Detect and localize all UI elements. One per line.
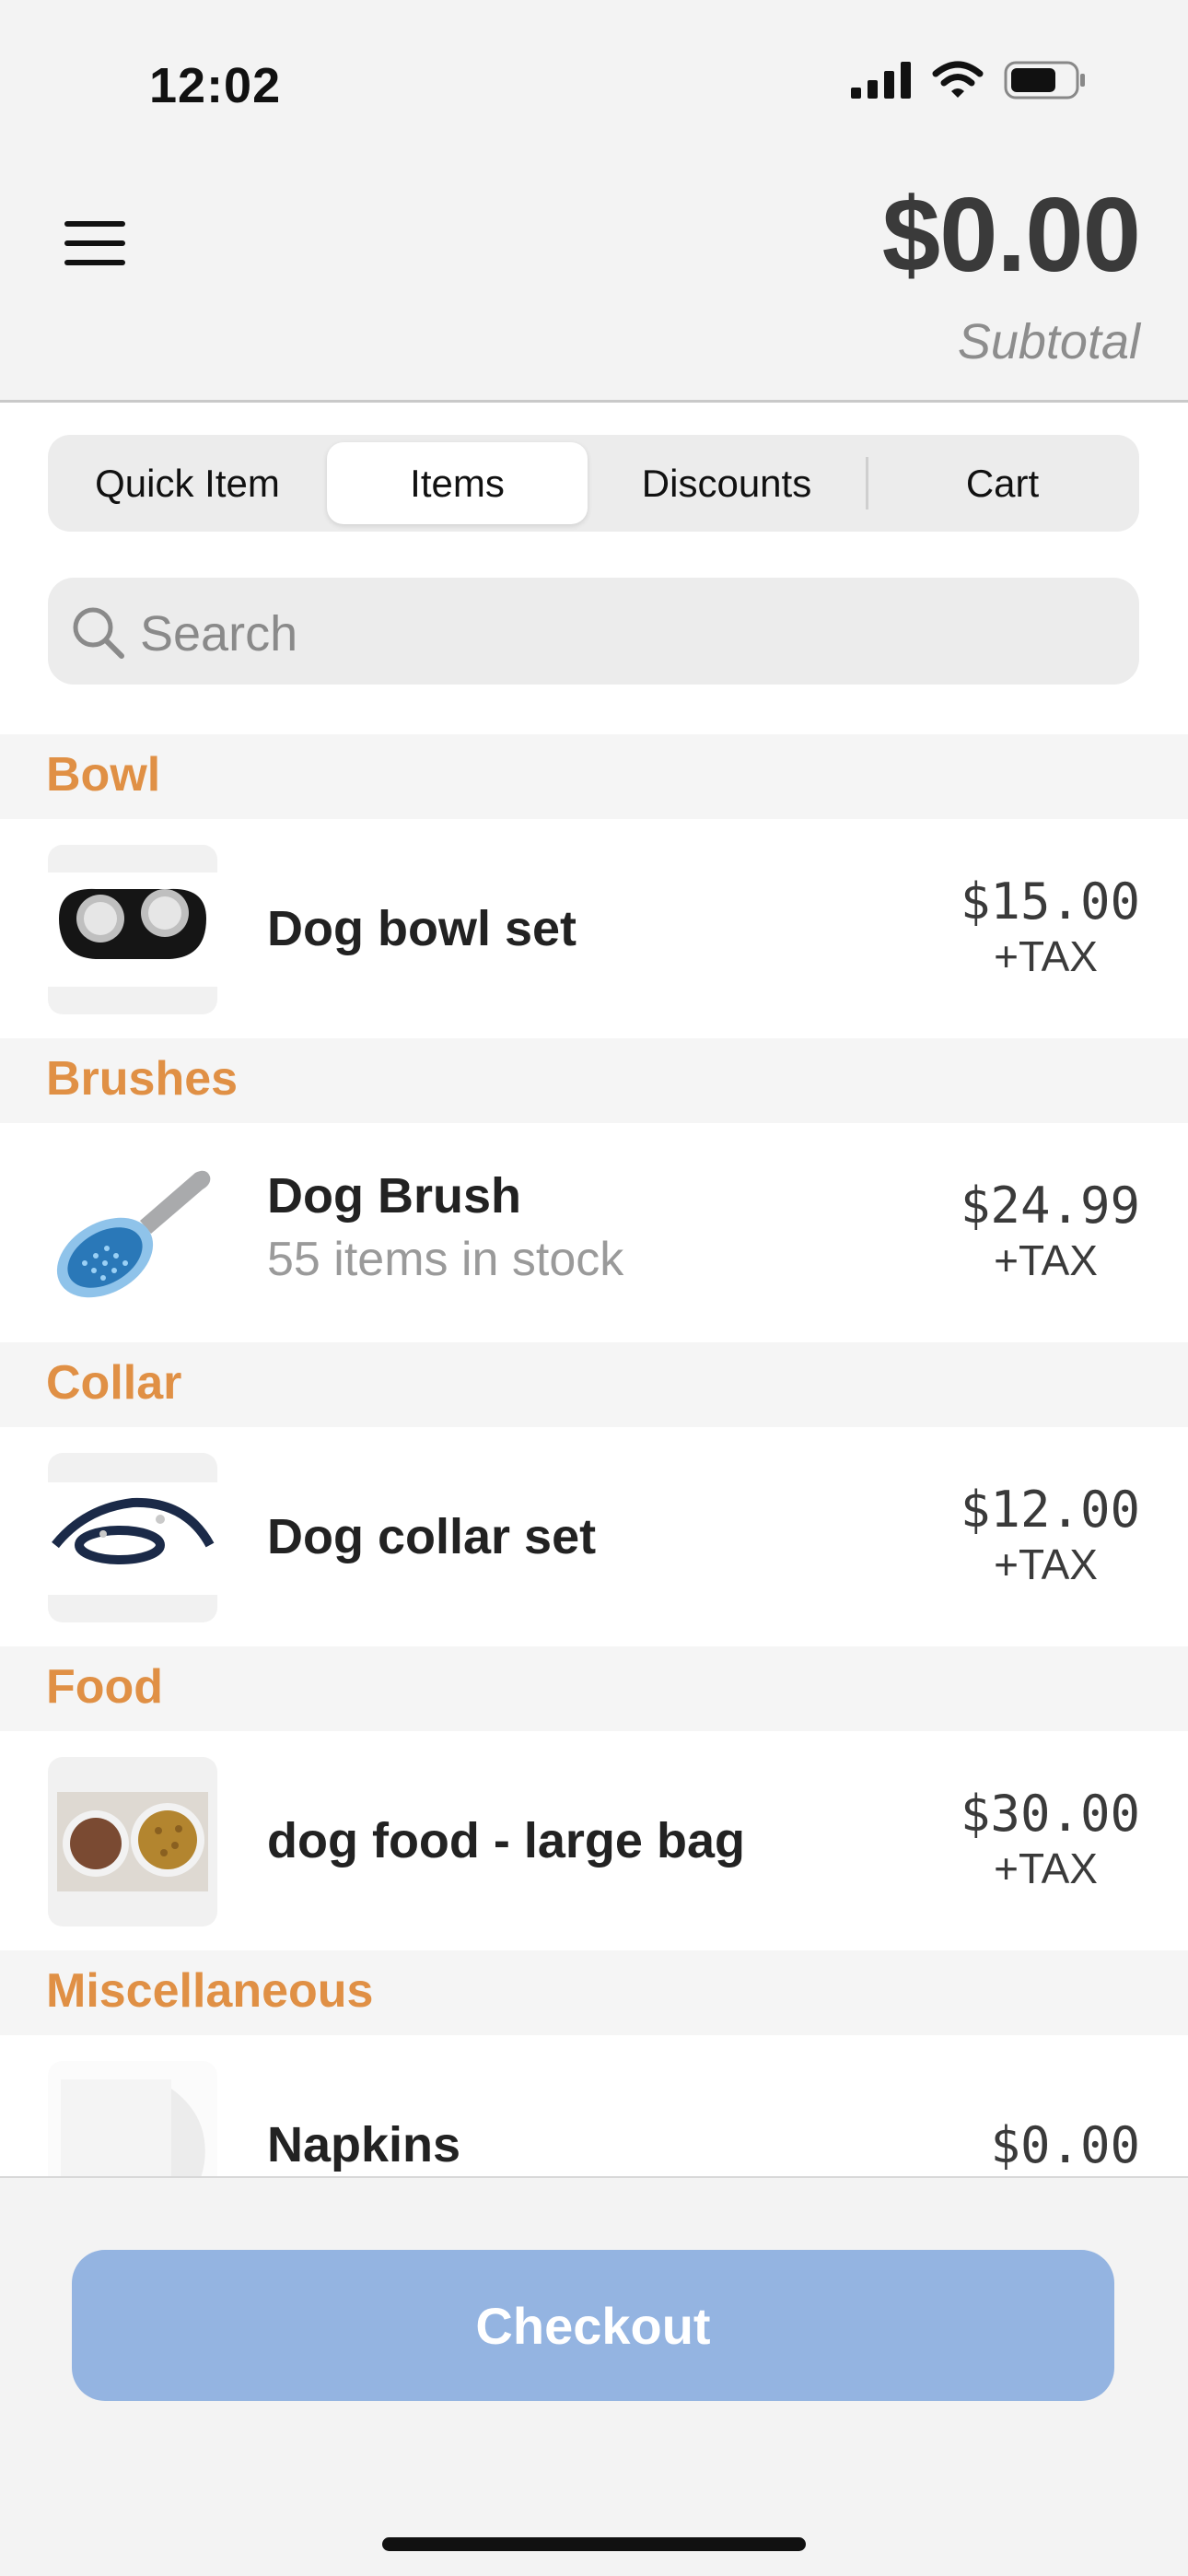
item-name: Napkins (267, 2117, 461, 2172)
item-thumbnail (48, 1757, 217, 1926)
segmented-control: Quick Item Items Discounts Cart (48, 435, 1139, 532)
section-header-brushes: Brushes (0, 1038, 1188, 1123)
item-tax-label: +TAX (994, 932, 1098, 980)
item-thumbnail (48, 1453, 217, 1622)
search-placeholder: Search (140, 606, 298, 662)
section-header-collar: Collar (0, 1342, 1188, 1427)
item-name: dog food - large bag (267, 1813, 745, 1868)
item-row-dog-brush[interactable]: Dog Brush 55 items in stock $24.99 +TAX (0, 1123, 1188, 1342)
cellular-signal-icon (851, 62, 911, 99)
section-title: Food (46, 1660, 164, 1714)
status-icons (851, 61, 1087, 100)
section-title: Miscellaneous (46, 1964, 374, 2018)
tab-items[interactable]: Items (327, 435, 588, 532)
tab-discounts[interactable]: Discounts (588, 435, 866, 532)
section-header-food: Food (0, 1646, 1188, 1731)
item-name: Dog bowl set (267, 901, 577, 956)
item-name: Dog Brush (267, 1168, 521, 1224)
item-row-dog-bowl-set[interactable]: Dog bowl set $15.00 +TAX (0, 819, 1188, 1038)
item-tax-label: +TAX (994, 1540, 1098, 1588)
wifi-icon (932, 61, 984, 98)
item-thumbnail (48, 1149, 217, 1318)
tab-cart[interactable]: Cart (866, 435, 1139, 532)
menu-icon[interactable] (64, 221, 125, 267)
item-tax-label: +TAX (994, 1236, 1098, 1284)
item-name: Dog collar set (267, 1509, 597, 1564)
status-time: 12:02 (149, 58, 282, 113)
bottom-divider (0, 2176, 1188, 2178)
item-price: $24.99 (960, 1177, 1140, 1235)
item-price: $15.00 (960, 872, 1140, 931)
section-title: Collar (46, 1356, 182, 1410)
section-title: Bowl (46, 748, 161, 802)
item-row-dog-collar-set[interactable]: Dog collar set $12.00 +TAX (0, 1427, 1188, 1646)
subtotal-label: Subtotal (957, 314, 1140, 369)
item-thumbnail (48, 845, 217, 1014)
search-field[interactable]: Search (48, 578, 1139, 685)
tab-quick-item[interactable]: Quick Item (48, 435, 327, 532)
section-header-miscellaneous: Miscellaneous (0, 1950, 1188, 2035)
section-title: Brushes (46, 1052, 239, 1106)
subtotal-amount: $0.00 (881, 177, 1141, 294)
item-stock: 55 items in stock (267, 1233, 624, 1286)
item-price: $30.00 (960, 1785, 1140, 1843)
battery-icon (1004, 61, 1085, 100)
item-row-napkins[interactable]: Napkins $0.00 (0, 2035, 1188, 2176)
item-price: $12.00 (960, 1481, 1140, 1539)
item-price: $0.00 (990, 2116, 1140, 2174)
home-indicator (382, 2537, 806, 2551)
item-tax-label: +TAX (994, 1844, 1098, 1892)
checkout-button[interactable]: Checkout (72, 2250, 1114, 2401)
search-icon (73, 607, 124, 659)
item-thumbnail (48, 2061, 217, 2176)
section-header-bowl: Bowl (0, 734, 1188, 819)
item-row-dog-food-large-bag[interactable]: dog food - large bag $30.00 +TAX (0, 1731, 1188, 1950)
